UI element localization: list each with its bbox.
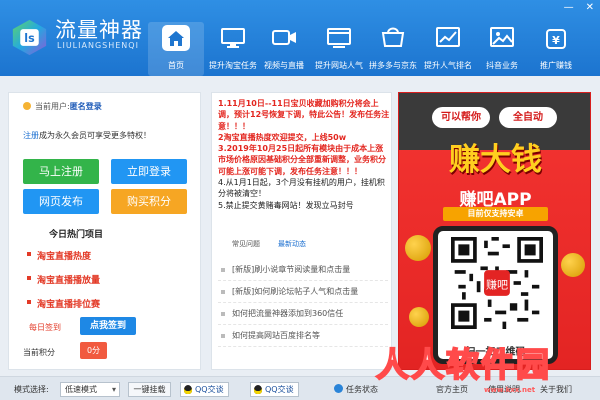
close-button[interactable]: ✕	[586, 2, 594, 13]
current-user-label: 当前用户:	[35, 102, 70, 111]
minimize-button[interactable]: —	[564, 2, 574, 13]
app-logo-icon: ls	[12, 19, 47, 56]
user-panel: 当前用户:匿名登录 注册成为永久会员可享受更多特权！ 马上注册 立即登录 网页发…	[8, 92, 201, 370]
douyin-icon	[490, 27, 514, 47]
ad-bubble-right: 全自动	[499, 107, 557, 128]
app-title: 流量神器	[55, 18, 143, 42]
news-item[interactable]: [新版]刷小说章节阅读量和点击量	[218, 259, 388, 281]
hot-item[interactable]: 淘宝直播播放量	[26, 273, 100, 286]
nav-pdd-jd[interactable]: 拼多多与京东	[365, 22, 421, 76]
notice-line: 5.禁止提交黄赌毒网站！发现立马封号	[218, 200, 354, 210]
notice-panel: 1.11月10日--11日宝贝收藏加购积分将会上调，预计12号恢复下调，特此公告…	[211, 92, 392, 370]
qq-chat-button[interactable]: QQ交谈	[180, 382, 229, 397]
sign-in-button[interactable]: 点我签到	[80, 317, 136, 335]
app-subtitle: LIULIANGSHENQI	[57, 41, 139, 50]
user-icon	[23, 102, 31, 110]
hot-item[interactable]: 淘宝直播排位赛	[26, 297, 100, 310]
notice-tabs: 常见问题 最新动态	[232, 239, 306, 249]
svg-text:¥: ¥	[552, 34, 560, 47]
qr-code-icon: 赚吧	[451, 237, 543, 329]
manual-link[interactable]: 使用说明	[488, 384, 520, 395]
register-tip: 注册成为永久会员可享受更多特权！	[23, 130, 151, 141]
title-bar: ls 流量神器 LIULIANGSHENQI — ✕ 首页 提升淘宝任务 视频与…	[0, 0, 600, 76]
ad-scan-caption: 扫一扫二维码	[465, 347, 526, 358]
website-icon	[327, 28, 351, 48]
nav-video-live[interactable]: 视频与直播	[256, 22, 312, 76]
svg-text:ls: ls	[24, 32, 35, 45]
register-tip-text: 成为永久会员可享受更多特权！	[39, 131, 151, 140]
nav-promote[interactable]: ¥ 推广赚钱	[528, 22, 584, 76]
hang-button[interactable]: 一键挂载	[128, 382, 171, 397]
register-link[interactable]: 注册	[23, 131, 39, 140]
notice-line: 4.从1月1日起，3个月没有挂机的用户，挂机积分将被清空！	[218, 178, 385, 199]
hot-item[interactable]: 淘宝直播热度	[26, 249, 91, 262]
phone-mockup: 赚吧 扫一扫二维码	[433, 226, 558, 364]
coin-icon	[561, 253, 585, 277]
qq-chat-button[interactable]: QQ交谈	[250, 382, 299, 397]
publish-button[interactable]: 网页发布	[23, 189, 99, 214]
promote-icon: ¥	[546, 29, 566, 49]
ad-bubble-left: 可以帮你	[432, 107, 490, 128]
hot-projects-title: 今日热门项目	[49, 230, 104, 240]
monitor-icon	[221, 28, 245, 48]
tab-faq[interactable]: 常见问题	[232, 239, 260, 249]
status-bar: 模式选择: 低速模式 一键挂载 QQ交谈 QQ交谈 任务状态 官方主页 使用说明…	[0, 376, 600, 400]
qr-logo-text: 赚吧	[486, 278, 508, 292]
ad-banner[interactable]: 可以帮你 全自动 赚大钱 赚吧APP 目前仅支持安卓 赚吧 扫一扫二维码	[398, 92, 591, 370]
about-link[interactable]: 关于我们	[540, 384, 572, 395]
mode-label: 模式选择:	[14, 385, 49, 394]
points-label: 当前积分	[23, 348, 55, 357]
points-value: 0分	[80, 342, 107, 359]
notice-board: 1.11月10日--11日宝贝收藏加购积分将会上调，预计12号恢复下调，特此公告…	[218, 98, 390, 211]
notice-line: 3.2019年10月25日起所有模块由于成本上涨市场价格原因基础积分全部重新调整…	[218, 144, 386, 176]
footer-links: 官方主页 使用说明 关于我们	[436, 384, 572, 395]
home-link[interactable]: 官方主页	[436, 384, 468, 395]
login-button[interactable]: 立即登录	[111, 159, 187, 184]
tab-latest[interactable]: 最新动态	[278, 239, 306, 249]
video-icon	[272, 30, 296, 45]
notice-line: 2淘宝直播热度欢迎提交，上线50w	[218, 132, 347, 142]
ad-ribbon: 目前仅支持安卓	[443, 207, 548, 221]
news-item[interactable]: 如何提高网站百度排名等	[218, 325, 388, 347]
coin-icon	[405, 235, 431, 261]
news-item[interactable]: 如何把流量神器添加到360信任	[218, 303, 388, 325]
home-icon	[162, 25, 190, 51]
mode-select[interactable]: 低速模式	[60, 382, 120, 397]
notice-line: 1.11月10日--11日宝贝收藏加购积分将会上调，预计12号恢复下调，特此公告…	[218, 99, 390, 131]
nav-promote-label: 推广赚钱	[540, 61, 572, 70]
register-button[interactable]: 马上注册	[23, 159, 99, 184]
ranking-icon	[436, 27, 460, 47]
news-item[interactable]: [新版]如何刷论坛帖子人气和点击量	[218, 281, 388, 303]
current-user: 当前用户:匿名登录	[23, 101, 102, 112]
ad-headline: 赚大钱	[449, 142, 542, 178]
task-status[interactable]: 任务状态	[334, 384, 378, 395]
shop-icon	[381, 27, 405, 47]
nav-home[interactable]: 首页	[148, 22, 204, 76]
daily-sign-label: 每日签到	[29, 323, 61, 332]
user-name: 匿名登录	[69, 102, 102, 111]
buy-points-button[interactable]: 购买积分	[111, 189, 187, 214]
coin-icon	[409, 307, 429, 327]
window-controls: — ✕	[564, 2, 594, 13]
news-list: [新版]刷小说章节阅读量和点击量 [新版]如何刷论坛帖子人气和点击量 如何把流量…	[218, 259, 388, 347]
